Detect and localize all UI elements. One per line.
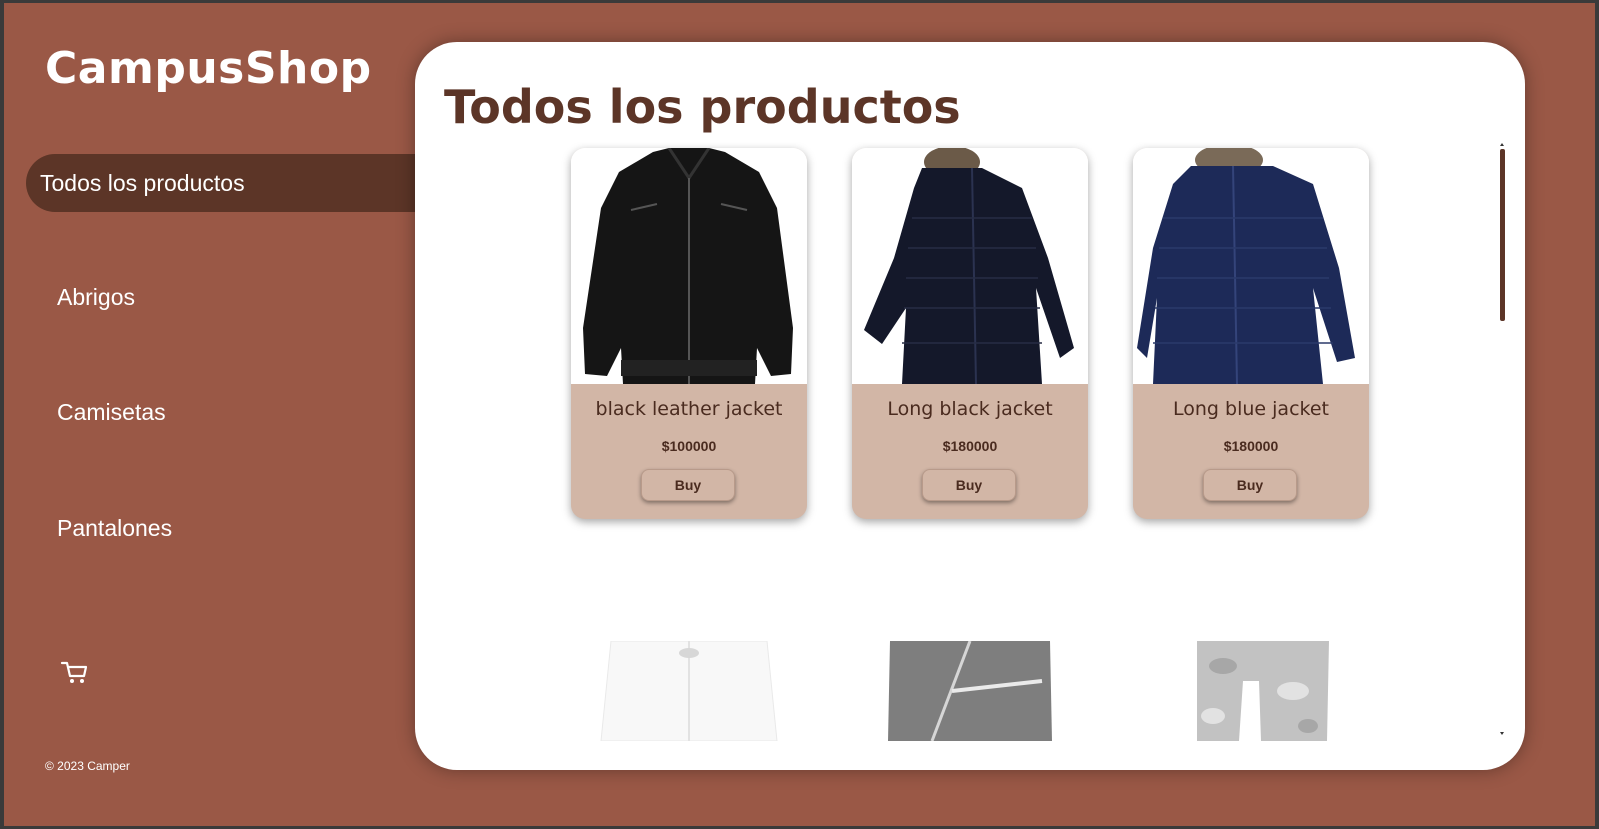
product-price: $180000: [1223, 438, 1279, 454]
product-price: $180000: [942, 438, 998, 454]
product-card[interactable]: Long black jacket $180000 Buy: [852, 148, 1088, 519]
scrollbar-thumb[interactable]: [1500, 149, 1505, 321]
product-name: black leather jacket: [595, 398, 783, 420]
black-leather-jacket-image: [571, 148, 807, 384]
nav-item-camisetas[interactable]: Camisetas: [26, 383, 436, 441]
product-card[interactable]: black leather jacket $100000 Buy: [571, 148, 807, 519]
buy-button[interactable]: Buy: [922, 469, 1016, 501]
white-coat-image[interactable]: [571, 641, 807, 741]
nav-item-label: Abrigos: [57, 283, 135, 310]
scrollbar[interactable]: [1498, 142, 1508, 738]
product-card[interactable]: Long blue jacket $180000 Buy: [1133, 148, 1369, 519]
nav-item-label: Camisetas: [57, 398, 166, 425]
nav-item-label: Pantalones: [57, 514, 173, 541]
nav-item-todos[interactable]: Todos los productos: [26, 154, 436, 212]
black-zip-jacket-image[interactable]: [852, 641, 1088, 741]
nav-item-label: Todos los productos: [40, 169, 245, 196]
brand-logo[interactable]: CampusShop: [45, 43, 372, 94]
long-blue-jacket-image: [1133, 148, 1369, 384]
long-black-jacket-image: [852, 148, 1088, 384]
scroll-down-arrow-icon[interactable]: [1500, 732, 1504, 735]
camo-pants-image[interactable]: [1133, 641, 1369, 741]
product-price: $100000: [661, 438, 717, 454]
app-window: CampusShop Todos los productos Abrigos C…: [4, 3, 1595, 826]
nav-item-pantalones[interactable]: Pantalones: [26, 499, 436, 557]
page-title: Todos los productos: [444, 80, 961, 134]
cart-icon[interactable]: [60, 659, 90, 687]
product-name: Long blue jacket: [1173, 398, 1329, 420]
scroll-up-arrow-icon[interactable]: [1500, 143, 1504, 146]
buy-button[interactable]: Buy: [641, 469, 735, 501]
product-grid: black leather jacket $100000 Buy Long bl…: [415, 142, 1495, 742]
product-name: Long black jacket: [887, 398, 1053, 420]
main-panel: Todos los productos black leather jacket…: [415, 42, 1525, 770]
buy-button[interactable]: Buy: [1203, 469, 1297, 501]
nav-item-abrigos[interactable]: Abrigos: [26, 268, 436, 326]
footer-copyright: © 2023 Camper: [45, 759, 130, 773]
